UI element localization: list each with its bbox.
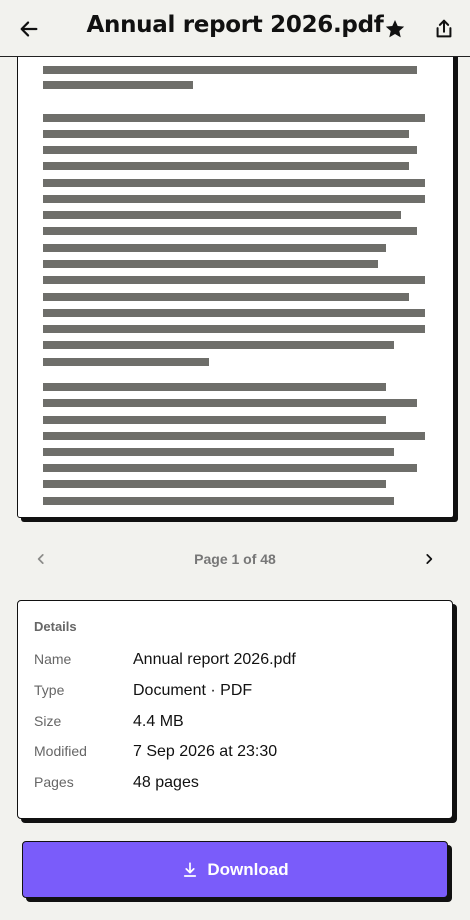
star-icon: [385, 20, 405, 38]
previous-page-button[interactable]: [28, 546, 54, 572]
detail-row-size: Size 4.4 MB: [34, 713, 434, 737]
details-heading: Details: [34, 619, 77, 634]
top-bar: Annual report 2026.pdf: [0, 0, 470, 57]
back-button[interactable]: [10, 10, 48, 48]
text-line-placeholder: [43, 416, 386, 424]
detail-key: Type: [34, 682, 65, 698]
text-line-placeholder: [43, 399, 417, 407]
details-card: Details Name Annual report 2026.pdf Type…: [17, 600, 453, 819]
text-line-placeholder: [43, 309, 425, 317]
text-line-placeholder: [43, 276, 425, 284]
page-navigator: Page 1 of 48: [0, 540, 470, 578]
text-line-placeholder: [43, 383, 386, 391]
pdf-page-preview: [17, 57, 454, 518]
detail-row-modified: Modified 7 Sep 2026 at 23:30: [34, 743, 434, 767]
text-line-placeholder: [43, 130, 409, 138]
share-button[interactable]: [425, 10, 463, 48]
text-line-placeholder: [43, 244, 386, 252]
document-viewer[interactable]: [0, 57, 470, 527]
detail-value: Document · PDF: [133, 682, 253, 699]
chevron-left-icon: [37, 554, 44, 564]
text-line-placeholder: [43, 358, 209, 366]
detail-key: Modified: [34, 743, 87, 759]
detail-value: 48 pages: [133, 774, 199, 791]
detail-key: Size: [34, 713, 62, 729]
text-line-placeholder: [43, 211, 401, 219]
text-line-placeholder: [43, 260, 378, 268]
page-indicator: Page 1 of 48: [194, 551, 276, 567]
detail-row-name: Name Annual report 2026.pdf: [34, 651, 434, 675]
text-line-placeholder: [43, 114, 425, 122]
text-line-placeholder: [43, 195, 425, 203]
detail-row-type: Type Document · PDF: [34, 682, 434, 706]
favorite-button[interactable]: [376, 10, 414, 48]
download-button[interactable]: Download: [22, 841, 448, 898]
download-label: Download: [207, 859, 289, 879]
text-line-placeholder: [43, 146, 417, 154]
next-page-button[interactable]: [416, 546, 442, 572]
text-line-placeholder: [43, 448, 394, 456]
chevron-right-icon: [426, 554, 433, 564]
detail-key: Name: [34, 651, 72, 667]
text-line-placeholder: [43, 81, 193, 89]
text-line-placeholder: [43, 66, 417, 74]
detail-value: 7 Sep 2026 at 23:30: [133, 743, 278, 760]
detail-row-pages: Pages 48 pages: [34, 774, 434, 798]
text-line-placeholder: [43, 497, 394, 505]
text-line-placeholder: [43, 162, 409, 170]
detail-value: Annual report 2026.pdf: [133, 651, 296, 668]
text-line-placeholder: [43, 227, 417, 235]
detail-key: Pages: [34, 774, 74, 790]
text-line-placeholder: [43, 464, 417, 472]
text-line-placeholder: [43, 179, 425, 187]
text-line-placeholder: [43, 480, 386, 488]
text-line-placeholder: [43, 293, 409, 301]
detail-value: 4.4 MB: [133, 713, 184, 730]
text-line-placeholder: [43, 432, 425, 440]
page-title: Annual report 2026.pdf: [86, 12, 384, 38]
arrow-left-icon: [20, 21, 38, 37]
text-line-placeholder: [43, 325, 425, 333]
download-icon: [184, 861, 197, 877]
text-line-placeholder: [43, 341, 394, 349]
share-icon: [436, 19, 452, 38]
